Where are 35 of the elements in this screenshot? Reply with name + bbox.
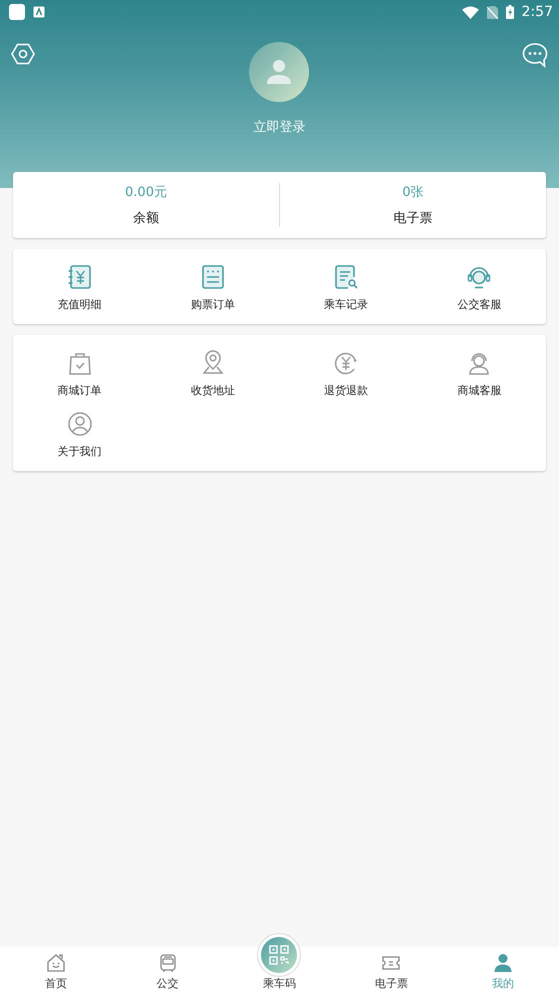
user-icon	[493, 953, 514, 973]
document-search-icon	[333, 264, 360, 290]
menu-item[interactable]: 商城客服	[412, 343, 546, 404]
wifi-icon	[462, 6, 479, 18]
menu-item[interactable]: 乘车记录	[280, 257, 413, 318]
tab-item[interactable]: 公交	[112, 943, 224, 995]
summary-value: 0张	[402, 184, 424, 201]
notebook-yen-icon	[66, 264, 93, 290]
location-pin-icon	[200, 350, 226, 376]
headset-icon	[466, 264, 492, 290]
status-time: 2:57	[522, 4, 553, 20]
user-circle-icon	[66, 411, 93, 437]
menu-item[interactable]: 关于我们	[13, 404, 146, 465]
tab-item[interactable]: 电子票	[335, 943, 448, 995]
menu-item[interactable]: 公交客服	[412, 257, 546, 318]
no-sim-icon	[486, 6, 498, 18]
menu-item[interactable]: 购票订单	[146, 257, 280, 318]
app-icon	[33, 6, 45, 18]
battery-icon	[506, 5, 514, 19]
home-icon	[46, 953, 66, 973]
tab-item[interactable]: 首页	[0, 943, 112, 995]
notification-icon	[9, 4, 25, 20]
summary-label: 余额	[133, 210, 159, 227]
menu-item[interactable]: 商城订单	[13, 343, 146, 404]
summary-value: 0.00元	[125, 184, 167, 201]
tab-item[interactable]: 乘车码	[224, 929, 336, 995]
message-icon[interactable]	[522, 42, 548, 68]
bus-icon	[158, 953, 178, 973]
settings-icon[interactable]	[11, 42, 35, 66]
menu-item[interactable]: 退货退款	[280, 343, 413, 404]
summary-label: 电子票	[394, 210, 432, 227]
menu-item[interactable]: 充值明细	[13, 257, 146, 318]
menu-item[interactable]: 收货地址	[146, 343, 280, 404]
list-icon	[200, 264, 226, 290]
yen-return-icon	[333, 350, 360, 376]
